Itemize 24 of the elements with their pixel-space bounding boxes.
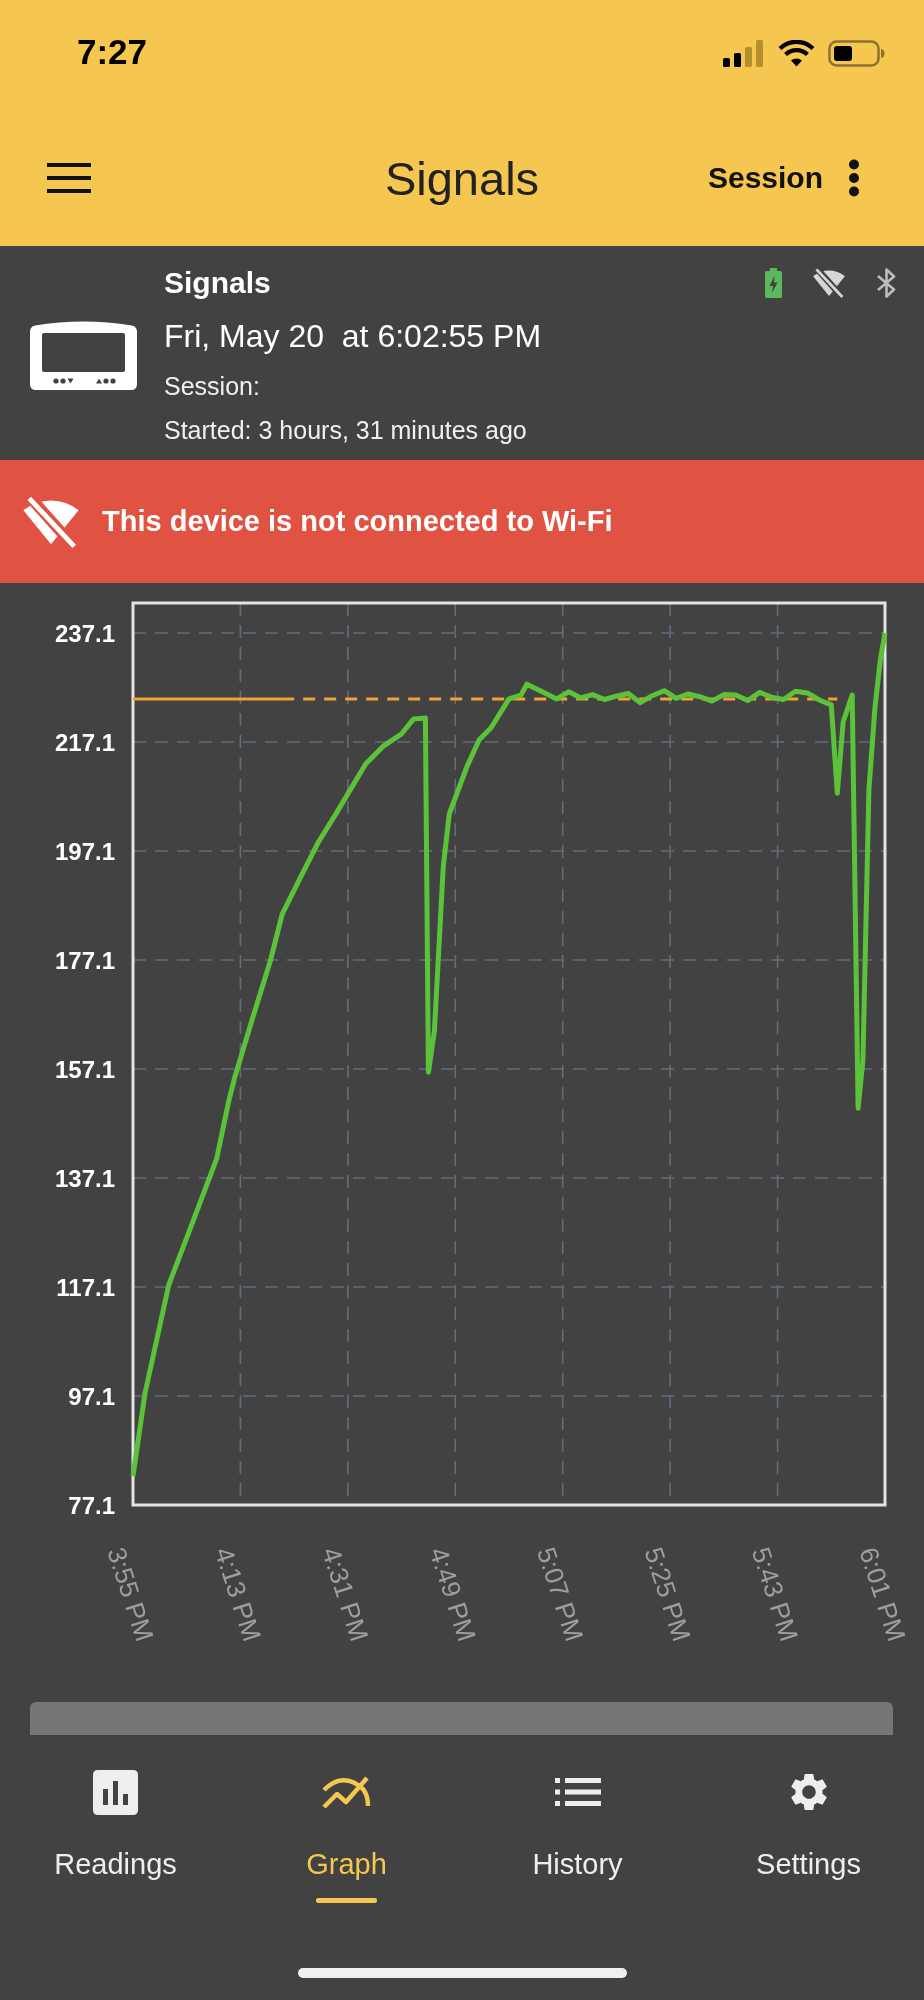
session-date: Fri, May 20 at 6:02:55 PM xyxy=(164,317,542,356)
status-time: 7:27 xyxy=(77,32,148,72)
x-tick-label: 4:49 PM xyxy=(423,1543,483,1645)
y-tick-label: 157.1 xyxy=(54,1056,115,1083)
x-tick-label: 4:31 PM xyxy=(316,1543,375,1645)
y-tick-label: 177.1 xyxy=(54,947,115,974)
x-tick-label: 3:55 PM xyxy=(101,1543,160,1645)
y-tick-label: 137.1 xyxy=(54,1165,115,1192)
device-name: Signals xyxy=(164,265,271,301)
x-tick-label: 5:43 PM xyxy=(745,1543,805,1645)
y-tick-label: 197.1 xyxy=(54,838,115,865)
y-tick-label: 97.1 xyxy=(68,1383,115,1410)
session-started: Started: 3 hours, 31 minutes ago xyxy=(164,415,527,446)
x-tick-label: 5:25 PM xyxy=(638,1543,697,1645)
session-label: Session: xyxy=(164,371,260,402)
y-tick-label: 77.1 xyxy=(68,1492,115,1519)
x-tick-label: 5:07 PM xyxy=(531,1543,590,1645)
y-tick-label: 217.1 xyxy=(54,729,115,756)
y-tick-label: 117.1 xyxy=(56,1274,115,1301)
x-tick-label: 4:13 PM xyxy=(208,1543,268,1645)
x-tick-label: 6:01 PM xyxy=(853,1543,912,1645)
alert-message: This device is not connected to Wi-Fi xyxy=(102,505,613,538)
y-tick-label: 237.1 xyxy=(54,620,115,647)
app-title: Signals xyxy=(384,150,540,206)
